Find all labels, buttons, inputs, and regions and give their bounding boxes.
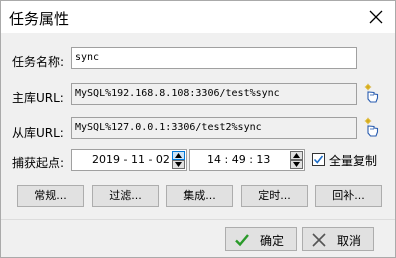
arrow-down-icon xyxy=(175,162,182,167)
time-spinner[interactable] xyxy=(290,151,303,169)
slave-url-picker-button[interactable] xyxy=(362,117,380,139)
time-spin-up-button[interactable] xyxy=(290,151,303,160)
ok-label: 确定 xyxy=(260,234,285,248)
checkmark-icon xyxy=(313,155,324,164)
full-copy-checkbox[interactable] xyxy=(312,153,325,166)
arrow-down-icon xyxy=(293,162,300,167)
main-url-picker-button[interactable] xyxy=(362,83,380,105)
hand-pointer-icon xyxy=(364,117,379,137)
date-spinner[interactable] xyxy=(172,151,185,169)
task-name-input[interactable]: sync xyxy=(71,47,357,69)
task-properties-dialog: 任务属性 任务名称: sync 主库URL: MySQL%192.168.8.1… xyxy=(0,0,396,258)
time-spin-down-button[interactable] xyxy=(290,160,303,169)
task-name-label: 任务名称: xyxy=(12,55,65,69)
time-picker[interactable]: 14 : 49 : 13 xyxy=(189,149,305,171)
main-url-field[interactable]: MySQL%192.168.8.108:3306/test%sync xyxy=(71,83,357,105)
full-copy-label: 全量复制 xyxy=(329,154,378,168)
time-value: 14 : 49 : 13 xyxy=(207,153,271,166)
dialog-title: 任务属性 xyxy=(9,10,70,28)
close-button[interactable] xyxy=(363,4,389,30)
timer-button[interactable]: 定时... xyxy=(241,185,308,207)
date-picker[interactable]: 2019 - 11 - 02 xyxy=(71,149,187,171)
supplement-button[interactable]: 回补... xyxy=(315,185,382,207)
x-icon xyxy=(312,233,326,247)
hand-pointer-icon xyxy=(364,83,379,103)
date-value: 2019 - 11 - 02 xyxy=(92,153,170,166)
integration-button[interactable]: 集成... xyxy=(166,185,233,207)
date-spin-up-button[interactable] xyxy=(172,151,185,160)
arrow-up-icon xyxy=(293,153,300,158)
general-button[interactable]: 常规... xyxy=(17,185,84,207)
title-bar: 任务属性 xyxy=(1,1,395,33)
cancel-label: 取消 xyxy=(337,234,362,248)
divider xyxy=(1,219,395,220)
cancel-button[interactable]: 取消 xyxy=(302,227,374,251)
checkmark-icon xyxy=(235,234,249,247)
arrow-up-icon xyxy=(175,153,182,158)
slave-url-field[interactable]: MySQL%127.0.0.1:3306/test2%sync xyxy=(71,117,357,139)
ok-button[interactable]: 确定 xyxy=(225,227,297,251)
close-icon xyxy=(369,10,383,24)
main-url-label: 主库URL: xyxy=(12,91,64,105)
capture-start-label: 捕获起点: xyxy=(12,156,65,170)
slave-url-label: 从库URL: xyxy=(12,126,64,140)
filter-button[interactable]: 过滤... xyxy=(92,185,159,207)
date-spin-down-button[interactable] xyxy=(172,160,185,169)
